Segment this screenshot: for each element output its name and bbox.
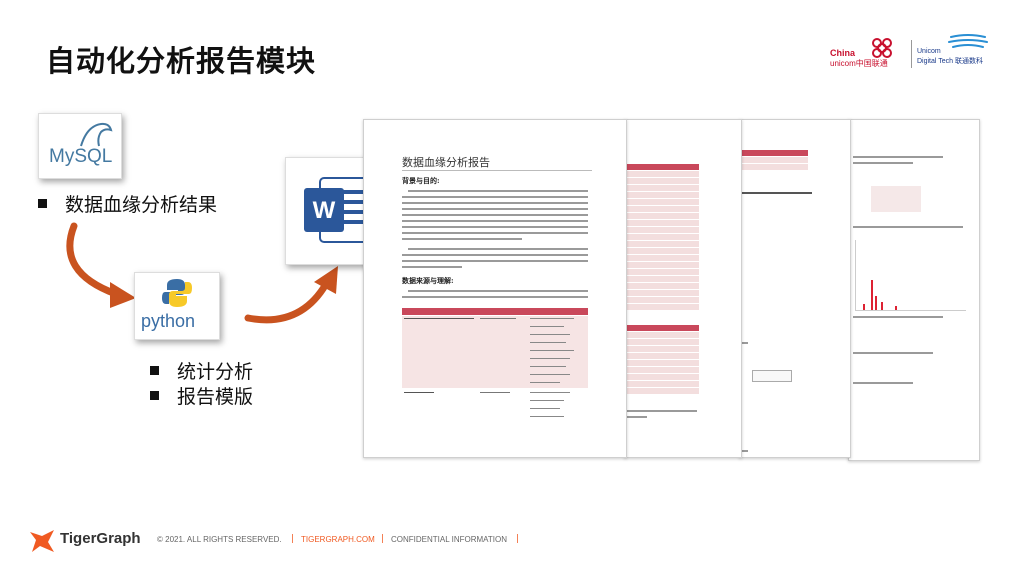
report-page-3 [739, 119, 851, 458]
report-title: 数据血缘分析报告 [402, 156, 490, 169]
report-table-header [402, 308, 588, 315]
footer-confidential: CONFIDENTIAL INFORMATION [391, 535, 507, 544]
bullet-report-template: 报告模版 [150, 382, 253, 409]
china-unicom-text-1: China [830, 48, 856, 58]
digital-tech-waves-icon [948, 34, 988, 48]
slide-title: 自动化分析报告模块 [46, 44, 317, 78]
report-section-datasource: 数据来源与理解: [402, 276, 454, 285]
report-page-1: 数据血缘分析报告 背景与目的: 数据来源与理解: [363, 119, 627, 458]
report-page-2 [624, 119, 742, 458]
footer-separator-3: | [516, 534, 520, 544]
tigergraph-logo-icon [30, 530, 54, 552]
footer-separator-1: | [291, 534, 295, 544]
bullet-lineage-result-text: 数据血缘分析结果 [65, 194, 218, 216]
svg-text:W: W [313, 197, 336, 224]
python-logo-icon [162, 279, 192, 307]
mysql-logo-card: MySQL [38, 113, 122, 179]
report-page-4 [848, 119, 980, 461]
curved-arrow-icon-2 [244, 266, 338, 324]
footer-site-link[interactable]: TIGERGRAPH.COM [301, 535, 375, 544]
footer-separator-2: | [381, 534, 385, 544]
bullet-stats-analysis-text: 统计分析 [177, 361, 254, 383]
python-logo-text: python [141, 311, 196, 331]
tigergraph-brand: TigerGraph [60, 530, 141, 547]
bullet-stats-analysis: 统计分析 [150, 357, 253, 384]
footer-copyright: © 2021. ALL RIGHTS RESERVED. [157, 535, 282, 544]
curved-arrow-icon [66, 222, 136, 308]
bullet-report-template-text: 报告模版 [177, 386, 254, 408]
digital-tech-text-2: Digital Tech 联通数科 [917, 58, 984, 65]
digital-tech-text-1: Unicom [917, 48, 941, 55]
china-unicom-text-2: unicom中国联通 [830, 59, 888, 68]
python-logo-card: python [134, 272, 220, 340]
report-section-background: 背景与目的: [402, 176, 440, 185]
logo-divider [911, 40, 912, 68]
bullet-lineage-result: 数据血缘分析结果 [38, 190, 217, 217]
china-unicom-logo: China unicom中国联通 [830, 34, 910, 70]
mysql-logo-text: MySQL [49, 146, 113, 167]
footer: TigerGraph © 2021. ALL RIGHTS RESERVED. … [0, 520, 1025, 560]
slide: 自动化分析报告模块 China unicom中国联通 Unicom Digita… [0, 0, 1025, 584]
digital-tech-logo: Unicom Digital Tech 联通数科 [917, 34, 997, 70]
